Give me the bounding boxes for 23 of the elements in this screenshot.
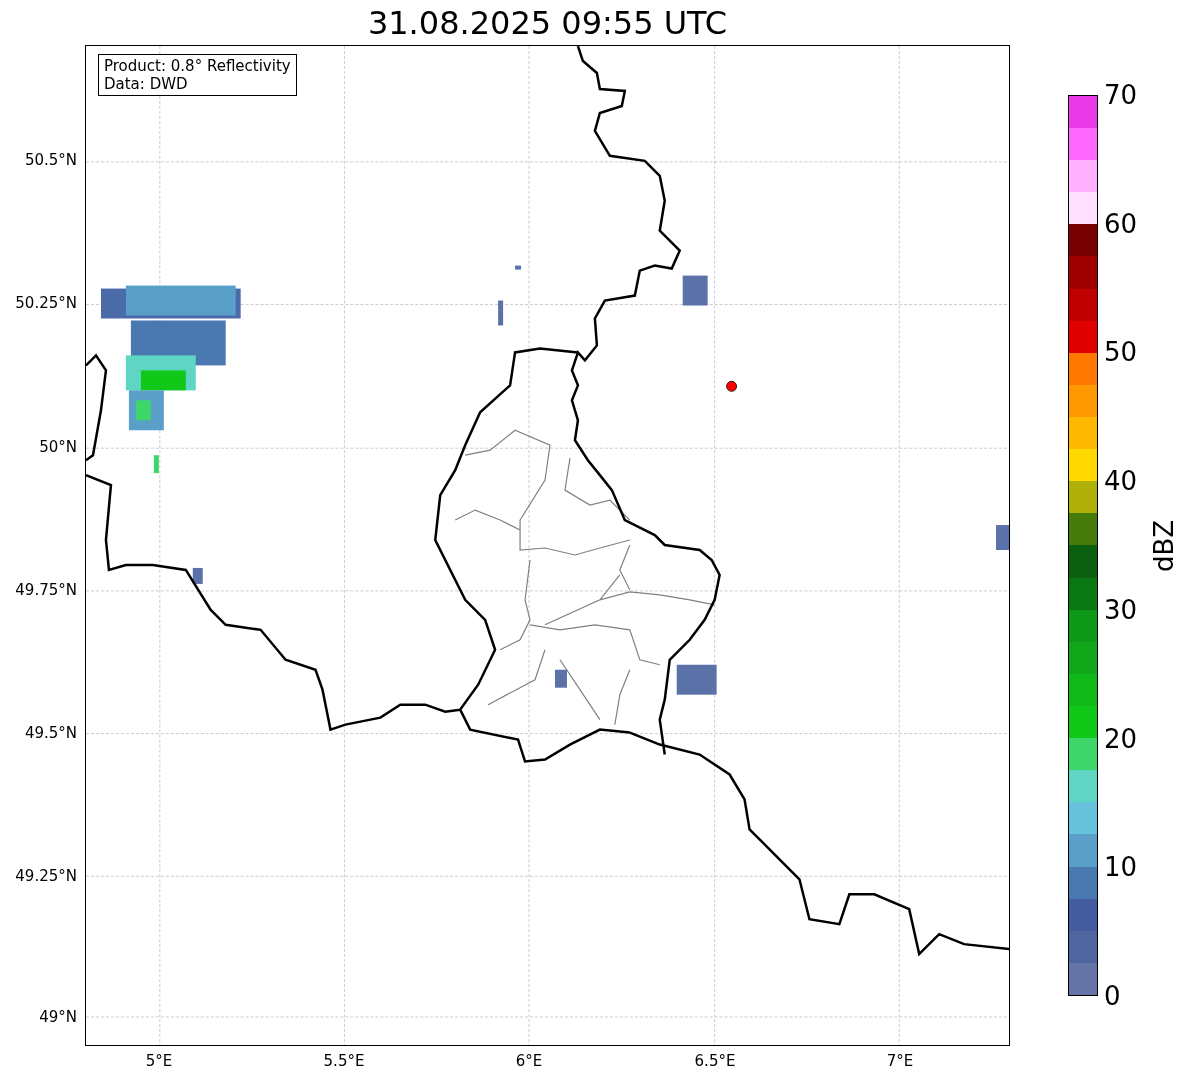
longitude-tick-label: 5°E [144, 1054, 174, 1069]
colorbar-tick-label: 60 [1104, 210, 1138, 237]
colorbar-label: dBZ [1151, 519, 1178, 572]
chart-title: 31.08.2025 09:55 UTC [366, 6, 729, 39]
latitude-tick-label: 50.5°N [24, 153, 77, 168]
latitude-tick-label: 50.25°N [15, 296, 77, 311]
colorbar-tick-label: 70 [1104, 82, 1138, 108]
longitude-tick-label: 7°E [885, 1054, 915, 1069]
longitude-tick-label: 5.5°E [322, 1054, 366, 1069]
longitude-tick-label: 6.5°E [693, 1054, 737, 1069]
latitude-tick-label: 50°N [39, 440, 77, 455]
longitude-tick-label: 6°E [514, 1054, 544, 1069]
latitude-tick-label: 49.75°N [15, 583, 77, 598]
colorbar-tick-label: 10 [1104, 854, 1138, 881]
colorbar-tick-label: 50 [1104, 339, 1138, 366]
colorbar-tick-label: 30 [1104, 596, 1138, 623]
colorbar-tick-label: 40 [1104, 468, 1138, 495]
latitude-tick-label: 49°N [39, 1010, 77, 1025]
colorbar-tick-label: 0 [1104, 983, 1121, 1009]
latitude-tick-label: 49.5°N [24, 726, 77, 741]
info-box: Product: 0.8° Reflectivity Data: DWD [98, 54, 297, 96]
colorbar-tick-label: 20 [1104, 725, 1138, 752]
latitude-tick-label: 49.25°N [15, 869, 77, 884]
